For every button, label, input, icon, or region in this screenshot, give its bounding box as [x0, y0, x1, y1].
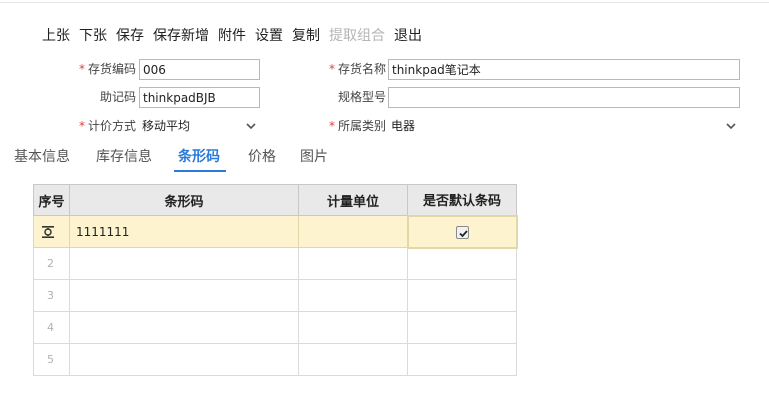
mnemonic-label: 助记码 [99, 90, 136, 104]
table-row[interactable]: 2 [33, 247, 517, 280]
default-barcode-cell[interactable] [407, 311, 517, 344]
barcode-cell[interactable] [69, 311, 299, 344]
unit-cell[interactable] [298, 279, 408, 312]
chevron-down-icon [246, 123, 256, 130]
barcode-cell[interactable]: 1111111 [69, 215, 299, 248]
save-button[interactable]: 保存 [116, 27, 144, 45]
chevron-down-icon [726, 123, 736, 130]
table-row[interactable]: 4 [33, 311, 517, 344]
spec-field[interactable] [388, 87, 740, 108]
checkmark-icon [458, 229, 468, 237]
default-barcode-cell[interactable] [406, 214, 518, 249]
default-barcode-cell[interactable] [407, 279, 517, 312]
col-header-unit: 计量单位 [298, 184, 408, 216]
tab-barcode[interactable]: 条形码 [174, 148, 226, 172]
top-divider [0, 2, 769, 3]
barcode-cell[interactable] [69, 279, 299, 312]
col-header-no: 序号 [33, 184, 70, 216]
pricing-label: * 计价方式 [78, 119, 136, 133]
toolbar: 上张 下张 保存 保存新增 附件 设置 复制 提取组合 退出 [42, 27, 431, 45]
tab-inventory-info[interactable]: 库存信息 [96, 148, 152, 172]
unit-cell[interactable] [298, 215, 408, 248]
barcode-cell[interactable] [69, 247, 299, 280]
next-button[interactable]: 下张 [79, 27, 107, 45]
default-barcode-checkbox[interactable] [455, 225, 469, 239]
barcode-cell[interactable] [69, 343, 299, 376]
unit-cell[interactable] [298, 311, 408, 344]
code-label: * 存货编码 [78, 62, 136, 76]
default-barcode-cell[interactable] [407, 343, 517, 376]
tab-bar: 基本信息 库存信息 条形码 价格 图片 [14, 148, 328, 172]
attachment-button[interactable]: 附件 [218, 27, 246, 45]
exit-button[interactable]: 退出 [394, 27, 422, 45]
tab-basic-info[interactable]: 基本信息 [14, 148, 70, 172]
category-label: * 所属类别 [328, 119, 386, 133]
spec-label: 规格型号 [337, 90, 386, 104]
pricing-value: 移动平均 [142, 119, 191, 133]
prev-button[interactable]: 上张 [42, 27, 70, 45]
row-operation-icon[interactable] [41, 225, 55, 239]
default-barcode-cell[interactable] [407, 247, 517, 280]
table-row[interactable]: 5 [33, 343, 517, 376]
name-label: * 存货名称 [328, 62, 386, 76]
table-row[interactable]: 1111111 [33, 214, 518, 249]
row-number: 3 [33, 279, 70, 312]
row-number: 2 [33, 247, 70, 280]
mnemonic-field[interactable] [139, 87, 260, 108]
table-header: 序号 条形码 计量单位 是否默认条码 [33, 184, 517, 216]
category-value: 电器 [391, 119, 416, 133]
name-field[interactable] [388, 59, 740, 80]
code-field[interactable] [139, 59, 260, 80]
barcode-table: 序号 条形码 计量单位 是否默认条码 1111111 2 3 4 5 [33, 184, 518, 376]
tab-image[interactable]: 图片 [300, 148, 328, 172]
unit-cell[interactable] [298, 247, 408, 280]
row-number-cell[interactable] [33, 215, 70, 248]
copy-button[interactable]: 复制 [292, 27, 320, 45]
unit-cell[interactable] [298, 343, 408, 376]
save-new-button[interactable]: 保存新增 [153, 27, 209, 45]
pricing-select[interactable]: 移动平均 [139, 116, 260, 137]
col-header-default: 是否默认条码 [407, 184, 517, 216]
row-number: 5 [33, 343, 70, 376]
col-header-barcode: 条形码 [69, 184, 299, 216]
tab-price[interactable]: 价格 [248, 148, 276, 172]
extract-combo-button[interactable]: 提取组合 [329, 27, 385, 45]
row-number: 4 [33, 311, 70, 344]
table-row[interactable]: 3 [33, 279, 517, 312]
settings-button[interactable]: 设置 [255, 27, 283, 45]
category-select[interactable]: 电器 [388, 116, 740, 137]
